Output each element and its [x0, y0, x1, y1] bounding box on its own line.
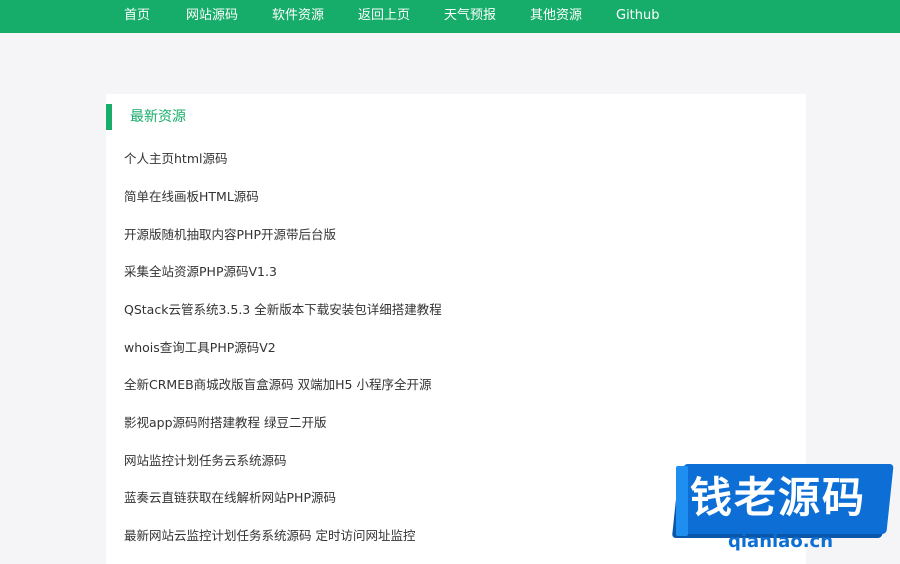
list-item[interactable]: 影视app源码附搭建教程 绿豆二开版: [124, 415, 784, 431]
watermark-logo: 钱老源码 qianlao.cn: [676, 450, 900, 555]
section-accent-bar: [106, 104, 112, 130]
watermark-accent: [676, 466, 688, 536]
section-header: 最新资源: [106, 104, 806, 130]
nav-item-github[interactable]: Github: [616, 7, 660, 24]
list-item[interactable]: 采集全站资源PHP源码V1.3: [124, 264, 784, 280]
nav-item-back[interactable]: 返回上页: [358, 7, 410, 24]
list-item[interactable]: 全新CRMEB商城改版盲盒源码 双端加H5 小程序全开源: [124, 377, 784, 393]
list-item[interactable]: whois查询工具PHP源码V2: [124, 340, 784, 356]
list-item[interactable]: 简单在线画板HTML源码: [124, 189, 784, 205]
nav-item-other[interactable]: 其他资源: [530, 7, 582, 24]
nav-item-website-source[interactable]: 网站源码: [186, 7, 238, 24]
section-title: 最新资源: [130, 109, 186, 125]
watermark-text: 钱老源码: [690, 473, 867, 522]
top-navigation: 首页 网站源码 软件资源 返回上页 天气预报 其他资源 Github: [0, 0, 900, 33]
list-item[interactable]: QStack云管系统3.5.3 全新版本下载安装包详细搭建教程: [124, 302, 784, 318]
nav-item-weather[interactable]: 天气预报: [444, 7, 496, 24]
list-item[interactable]: 开源版随机抽取内容PHP开源带后台版: [124, 227, 784, 243]
nav-item-home[interactable]: 首页: [124, 7, 150, 24]
nav-item-software[interactable]: 软件资源: [272, 7, 324, 24]
watermark-domain: qianlao.cn: [728, 531, 834, 552]
list-item[interactable]: 个人主页html源码: [124, 151, 784, 167]
